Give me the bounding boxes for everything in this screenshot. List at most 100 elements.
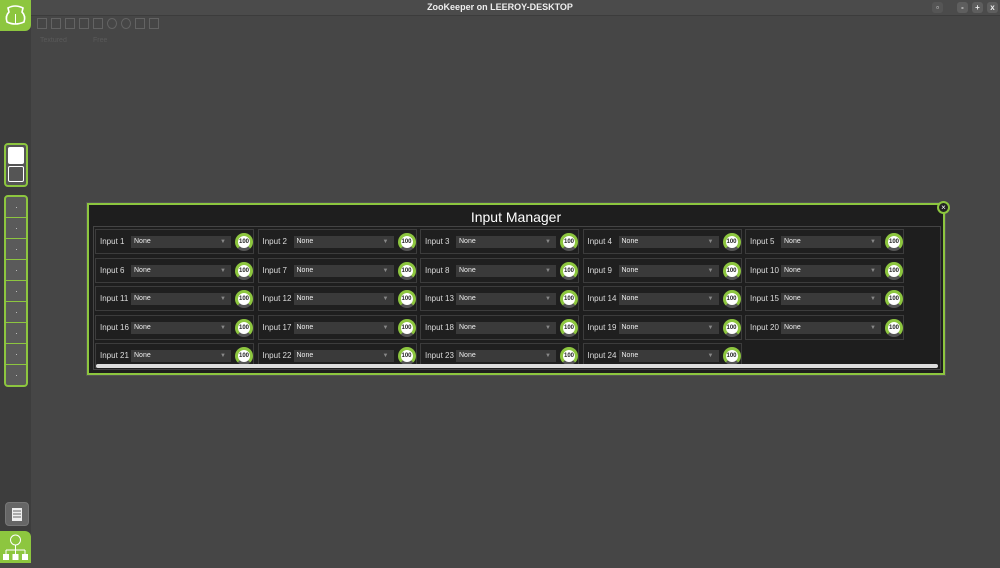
level-knob[interactable]: 100 bbox=[722, 318, 741, 337]
level-knob[interactable]: 100 bbox=[560, 233, 578, 251]
input-source-dropdown[interactable]: None ▼ bbox=[781, 293, 881, 306]
level-knob[interactable]: 100 bbox=[235, 318, 253, 337]
level-knob[interactable]: 100 bbox=[235, 347, 253, 366]
input-source-dropdown[interactable]: None ▼ bbox=[456, 264, 556, 277]
slot[interactable] bbox=[6, 365, 26, 386]
dropdown-value: None bbox=[459, 295, 476, 303]
save-as-icon[interactable] bbox=[79, 18, 89, 29]
input-source-dropdown[interactable]: None ▼ bbox=[781, 236, 881, 248]
input-source-dropdown[interactable]: None ▼ bbox=[456, 321, 556, 334]
input-source-dropdown[interactable]: None ▼ bbox=[131, 350, 231, 363]
new-file-icon[interactable] bbox=[37, 18, 47, 29]
hierarchy-icon[interactable] bbox=[0, 531, 31, 563]
shape-icon[interactable] bbox=[8, 166, 24, 182]
input-label: Input 24 bbox=[587, 351, 617, 361]
level-knob[interactable]: 100 bbox=[722, 261, 741, 280]
input-source-dropdown[interactable]: None ▼ bbox=[456, 350, 556, 363]
level-knob[interactable]: 100 bbox=[885, 318, 903, 337]
save-icon[interactable] bbox=[65, 18, 75, 29]
slot[interactable] bbox=[6, 344, 26, 365]
level-knob[interactable]: 100 bbox=[885, 290, 903, 309]
input-label: Input 19 bbox=[587, 322, 617, 332]
dropdown-value: None bbox=[296, 266, 314, 274]
level-knob[interactable]: 100 bbox=[885, 261, 903, 280]
dropdown-value: None bbox=[134, 295, 151, 303]
input-source-dropdown[interactable]: None ▼ bbox=[781, 321, 881, 334]
input-cell: Input 9 None ▼ 100 bbox=[582, 257, 742, 283]
level-knob[interactable]: 100 bbox=[560, 261, 578, 280]
input-source-dropdown[interactable]: None ▼ bbox=[456, 236, 556, 248]
level-knob[interactable]: 100 bbox=[235, 233, 253, 251]
input-source-dropdown[interactable]: None ▼ bbox=[618, 293, 719, 306]
close-window-button[interactable]: x bbox=[987, 2, 998, 13]
close-dialog-button[interactable]: × bbox=[937, 201, 950, 214]
slot[interactable] bbox=[6, 239, 26, 260]
level-knob[interactable]: 100 bbox=[397, 290, 416, 309]
input-source-dropdown[interactable]: None ▼ bbox=[618, 321, 719, 334]
slot[interactable] bbox=[6, 197, 26, 218]
view-mode-select[interactable]: Textured bbox=[40, 37, 67, 44]
input-source-dropdown[interactable]: None ▼ bbox=[293, 236, 394, 248]
slot[interactable] bbox=[6, 302, 26, 323]
level-knob[interactable]: 100 bbox=[560, 347, 578, 366]
horizontal-scrollbar[interactable] bbox=[96, 364, 938, 368]
slot-list bbox=[4, 195, 28, 387]
slot[interactable] bbox=[6, 260, 26, 281]
input-label: Input 16 bbox=[100, 322, 129, 332]
level-knob[interactable]: 100 bbox=[560, 318, 578, 337]
log-icon[interactable] bbox=[5, 502, 29, 526]
input-cell: Input 7 None ▼ 100 bbox=[257, 257, 417, 283]
slot[interactable] bbox=[6, 323, 26, 344]
input-source-dropdown[interactable]: None ▼ bbox=[131, 264, 231, 277]
slot[interactable] bbox=[6, 281, 26, 302]
level-knob[interactable]: 100 bbox=[722, 347, 741, 366]
input-source-dropdown[interactable]: None ▼ bbox=[293, 293, 394, 306]
input-label: Input 11 bbox=[100, 294, 129, 304]
input-label: Input 17 bbox=[262, 322, 292, 332]
input-label: Input 9 bbox=[587, 265, 612, 275]
input-cell: Input 16 None ▼ 100 bbox=[95, 314, 254, 340]
input-source-dropdown[interactable]: None ▼ bbox=[456, 293, 556, 306]
undo-icon[interactable] bbox=[107, 18, 117, 29]
level-knob[interactable]: 100 bbox=[560, 290, 578, 309]
input-source-dropdown[interactable]: None ▼ bbox=[618, 264, 719, 277]
level-knob[interactable]: 100 bbox=[885, 233, 903, 251]
input-label: Input 3 bbox=[425, 237, 450, 246]
input-source-dropdown[interactable]: None ▼ bbox=[293, 321, 394, 334]
grid-icon[interactable] bbox=[149, 18, 159, 29]
dropdown-value: None bbox=[784, 295, 801, 303]
redo-icon[interactable] bbox=[121, 18, 131, 29]
level-knob[interactable]: 100 bbox=[397, 347, 416, 366]
level-knob[interactable]: 100 bbox=[235, 290, 253, 309]
level-knob[interactable]: 100 bbox=[722, 290, 741, 309]
input-cell: Input 10 None ▼ 100 bbox=[745, 257, 904, 283]
level-knob[interactable]: 100 bbox=[397, 233, 416, 251]
input-source-dropdown[interactable]: None ▼ bbox=[131, 236, 231, 248]
maximize-button[interactable]: + bbox=[972, 2, 983, 13]
columns-icon[interactable] bbox=[8, 147, 24, 164]
export-icon[interactable] bbox=[93, 18, 103, 29]
screen-icon[interactable]: ▫ bbox=[932, 2, 943, 13]
sidebar bbox=[0, 0, 31, 563]
slot[interactable] bbox=[6, 218, 26, 239]
level-knob[interactable]: 100 bbox=[235, 261, 253, 280]
input-source-dropdown[interactable]: None ▼ bbox=[131, 321, 231, 334]
dropdown-value: None bbox=[784, 238, 801, 245]
camera-mode-select[interactable]: Free bbox=[93, 37, 107, 44]
input-source-dropdown[interactable]: None ▼ bbox=[293, 350, 394, 363]
input-source-dropdown[interactable]: None ▼ bbox=[781, 264, 881, 277]
chevron-down-icon: ▼ bbox=[870, 296, 876, 303]
zookeeper-logo-icon[interactable] bbox=[0, 0, 31, 31]
input-source-dropdown[interactable]: None ▼ bbox=[293, 264, 394, 277]
dropdown-value: None bbox=[459, 352, 476, 360]
level-knob[interactable]: 100 bbox=[722, 233, 741, 251]
level-knob[interactable]: 100 bbox=[397, 318, 416, 337]
input-source-dropdown[interactable]: None ▼ bbox=[618, 236, 719, 248]
chevron-down-icon: ▼ bbox=[382, 239, 389, 245]
input-source-dropdown[interactable]: None ▼ bbox=[131, 293, 231, 306]
input-source-dropdown[interactable]: None ▼ bbox=[618, 350, 719, 363]
minimize-button[interactable]: - bbox=[957, 2, 968, 13]
hierarchy-tool-icon[interactable] bbox=[135, 18, 145, 29]
open-folder-icon[interactable] bbox=[51, 18, 61, 29]
level-knob[interactable]: 100 bbox=[397, 261, 416, 280]
